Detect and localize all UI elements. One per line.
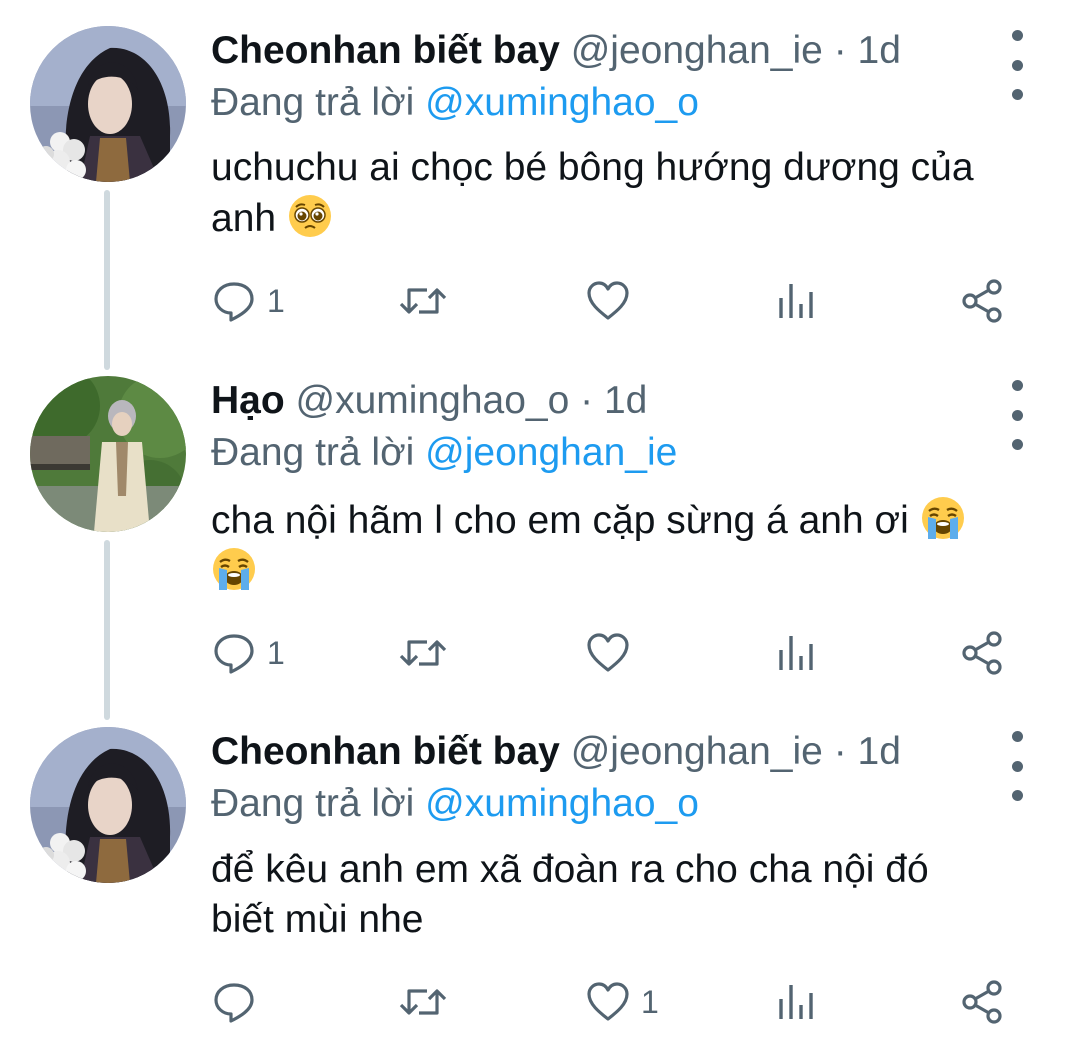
reply-icon: [214, 983, 254, 1023]
tweet-actions: 1: [211, 276, 1021, 326]
tweet-text-line: anh: [211, 197, 277, 240]
separator: ·: [833, 730, 847, 773]
retweet-button[interactable]: [397, 628, 459, 678]
avatar[interactable]: [30, 376, 186, 532]
analytics-icon: [779, 636, 813, 670]
handle[interactable]: @jeonghan_ie: [571, 29, 823, 72]
tweet-text-line: biết mùi nhe: [211, 898, 424, 941]
handle[interactable]: @xuminghao_o: [296, 379, 570, 422]
tweet[interactable]: Hạo @xuminghao_o · 1d Đang trả lời @jeon…: [0, 376, 1080, 696]
reply-button[interactable]: [211, 977, 267, 1027]
more-icon[interactable]: [1006, 30, 1028, 100]
tweet-text-line-2: [211, 546, 1031, 597]
tweet-header: Cheonhan biết bay @jeonghan_ie · 1d: [211, 28, 901, 74]
tweet[interactable]: Cheonhan biết bay @jeonghan_ie · 1d Đang…: [0, 727, 1080, 1046]
like-button[interactable]: 1: [585, 977, 659, 1027]
retweet-button[interactable]: [397, 276, 459, 326]
reply-icon: [214, 634, 254, 674]
analytics-icon: [779, 284, 813, 318]
timestamp[interactable]: 1d: [604, 379, 647, 422]
analytics-icon: [779, 985, 813, 1019]
share-icon: [962, 631, 1002, 675]
reply-button[interactable]: 1: [211, 628, 285, 678]
more-icon[interactable]: [1006, 731, 1028, 801]
like-icon: [587, 982, 629, 1021]
display-name[interactable]: Cheonhan biết bay: [211, 730, 560, 773]
tweet-text-line: để kêu anh em xã đoàn ra cho cha nội đó: [211, 848, 929, 891]
like-count: 1: [641, 983, 659, 1020]
share-button[interactable]: [959, 977, 1005, 1027]
like-icon: [587, 281, 629, 320]
analytics-button[interactable]: [773, 628, 819, 678]
tweet-text: để kêu anh em xã đoàn ra cho cha nội đó …: [211, 845, 1031, 945]
like-button[interactable]: [585, 628, 641, 678]
timestamp[interactable]: 1d: [858, 29, 901, 72]
share-button[interactable]: [959, 628, 1005, 678]
mention-link[interactable]: @xuminghao_o: [425, 81, 699, 124]
retweet-icon: [399, 288, 447, 314]
reply-count: 1: [267, 634, 285, 671]
separator: ·: [580, 379, 594, 422]
replying-to-label: Đang trả lời: [211, 81, 415, 124]
tweet-header: Cheonhan biết bay @jeonghan_ie · 1d: [211, 729, 901, 775]
tweet-header: Hạo @xuminghao_o · 1d: [211, 378, 647, 424]
tweet-text-line-2: anh: [211, 193, 1031, 244]
tweet-actions: 1: [211, 628, 1021, 678]
share-icon: [962, 980, 1002, 1024]
more-icon[interactable]: [1006, 380, 1028, 450]
share-button[interactable]: [959, 276, 1005, 326]
share-icon: [962, 279, 1002, 323]
reply-icon: [214, 282, 254, 322]
separator: ·: [833, 29, 847, 72]
display-name[interactable]: Cheonhan biết bay: [211, 29, 560, 72]
tweet-actions: 1: [211, 977, 1021, 1027]
retweet-icon: [399, 640, 447, 666]
handle[interactable]: @jeonghan_ie: [571, 730, 823, 773]
tweet-text: cha nội hãm l cho em cặp sừng á anh ơi: [211, 495, 1031, 597]
pleading-face-emoji-icon: [288, 195, 331, 237]
tweet-text-line-1: cha nội hãm l cho em cặp sừng á anh ơi: [211, 495, 1031, 546]
tweet-text-line: cha nội hãm l cho em cặp sừng á anh ơi: [211, 499, 909, 542]
reply-count: 1: [267, 282, 285, 319]
avatar[interactable]: [30, 727, 186, 883]
mention-link[interactable]: @xuminghao_o: [425, 782, 699, 825]
timestamp[interactable]: 1d: [858, 730, 901, 773]
analytics-button[interactable]: [773, 276, 819, 326]
display-name[interactable]: Hạo: [211, 379, 285, 422]
like-icon: [587, 633, 629, 672]
retweet-button[interactable]: [397, 977, 459, 1027]
replying-to: Đang trả lời @jeonghan_ie: [211, 430, 677, 476]
retweet-icon: [399, 989, 447, 1015]
avatar[interactable]: [30, 26, 186, 182]
tweet-text-line: uchuchu ai chọc bé bông hướng dương của: [211, 146, 974, 189]
replying-to-label: Đang trả lời: [211, 782, 415, 825]
mention-link[interactable]: @jeonghan_ie: [425, 431, 677, 474]
reply-button[interactable]: 1: [211, 276, 285, 326]
loudly-crying-face-emoji-icon: [921, 497, 964, 539]
tweet-text: uchuchu ai chọc bé bông hướng dương của …: [211, 143, 1031, 244]
like-button[interactable]: [585, 276, 641, 326]
analytics-button[interactable]: [773, 977, 819, 1027]
loudly-crying-face-emoji-icon: [213, 548, 255, 590]
tweet[interactable]: Cheonhan biết bay @jeonghan_ie · 1d Đang…: [0, 26, 1080, 346]
replying-to-label: Đang trả lời: [211, 431, 415, 474]
replying-to: Đang trả lời @xuminghao_o: [211, 781, 699, 827]
replying-to: Đang trả lời @xuminghao_o: [211, 80, 699, 126]
